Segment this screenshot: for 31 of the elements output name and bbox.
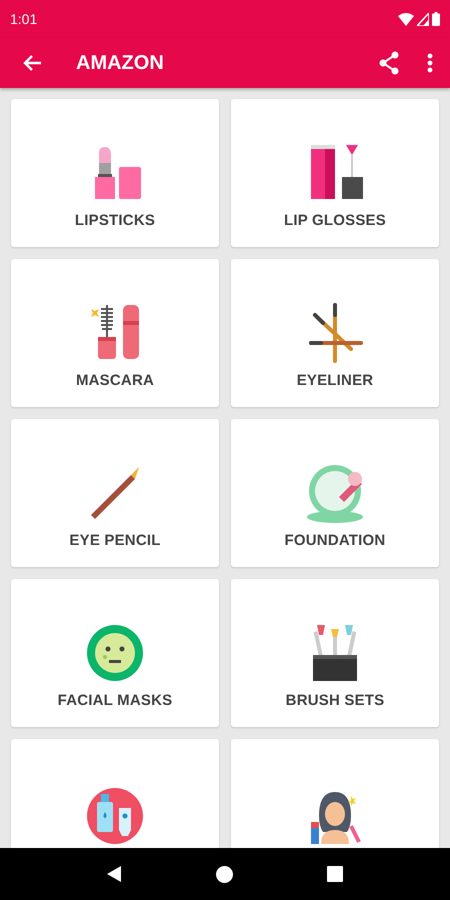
recents-nav-button[interactable] bbox=[327, 866, 344, 882]
battery-icon bbox=[432, 12, 440, 26]
category-label: FOUNDATION bbox=[284, 532, 386, 549]
category-card[interactable]: FOUNDATION bbox=[231, 419, 439, 567]
app-title: AMAZON bbox=[76, 52, 165, 74]
compact-powder-icon bbox=[305, 463, 365, 523]
category-card[interactable] bbox=[231, 739, 439, 848]
category-card[interactable]: EYELINER bbox=[231, 259, 439, 407]
face-mask-icon bbox=[85, 623, 145, 683]
category-card[interactable]: LIPSTICKS bbox=[11, 99, 219, 247]
signal-icon bbox=[417, 12, 429, 26]
status-time: 1:01 bbox=[10, 11, 38, 27]
category-label: LIPSTICKS bbox=[74, 212, 156, 229]
share-button[interactable] bbox=[377, 50, 401, 76]
back-nav-button[interactable] bbox=[106, 866, 123, 882]
category-card[interactable]: EYE PENCIL bbox=[11, 419, 219, 567]
category-label: LIP GLOSSES bbox=[284, 212, 386, 229]
category-card[interactable]: FACIAL MASKS bbox=[11, 579, 219, 727]
category-card[interactable] bbox=[11, 739, 219, 848]
category-card[interactable]: LIP GLOSSES bbox=[231, 99, 439, 247]
category-card[interactable]: MASCARA bbox=[11, 259, 219, 407]
home-nav-button[interactable] bbox=[216, 866, 234, 882]
category-label: BRUSH SETS bbox=[286, 692, 384, 709]
category-label: EYELINER bbox=[296, 372, 374, 389]
category-label: MASCARA bbox=[76, 372, 154, 389]
lotion-bottles-icon bbox=[85, 786, 145, 846]
category-label: FACIAL MASKS bbox=[58, 692, 172, 709]
wifi-icon bbox=[398, 12, 414, 26]
more-options-button[interactable] bbox=[427, 53, 433, 73]
category-card[interactable]: BRUSH SETS bbox=[231, 579, 439, 727]
category-label: EYE PENCIL bbox=[69, 532, 161, 549]
